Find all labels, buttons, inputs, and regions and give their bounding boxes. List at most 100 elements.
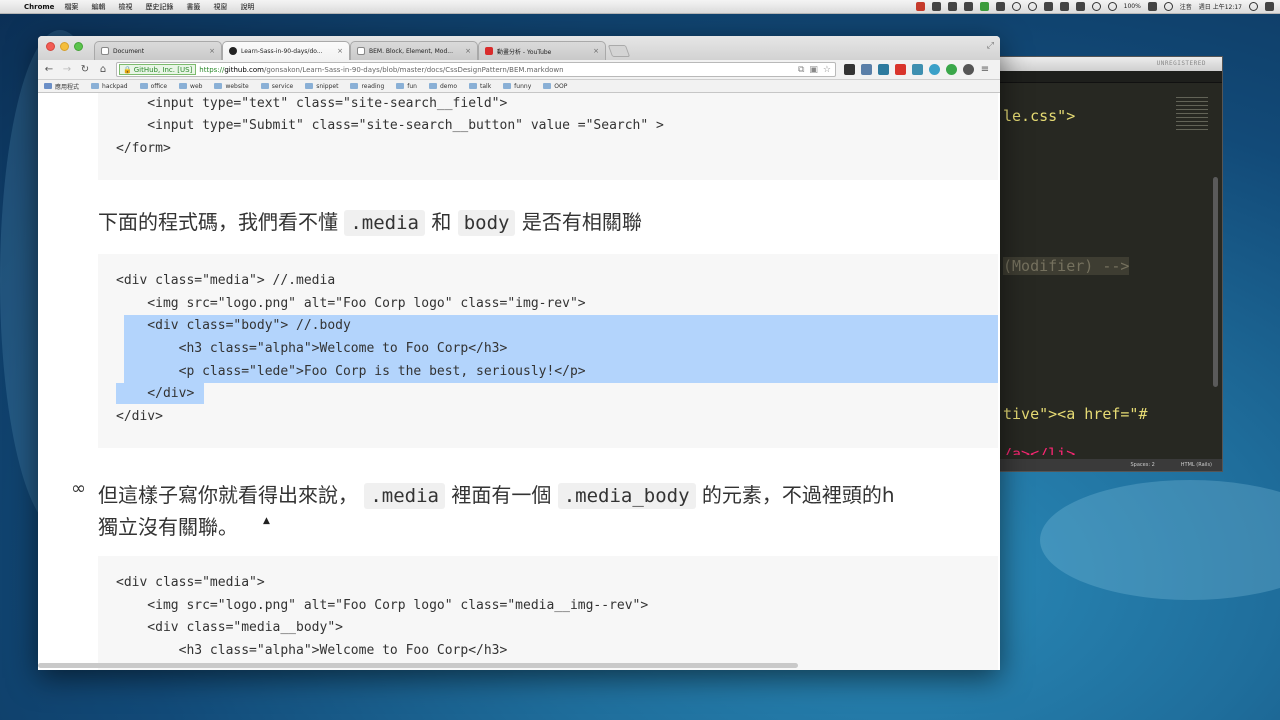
bookmark-website[interactable]: website xyxy=(214,83,249,90)
code-block[interactable]: <div class="media"> //.media <img src="l… xyxy=(98,254,998,448)
code-line: <img src="logo.png" alt="Foo Corp logo" … xyxy=(116,598,649,613)
bookmark-snippet[interactable]: snippet xyxy=(305,83,338,90)
close-tab-icon[interactable]: × xyxy=(593,47,599,55)
menu-window[interactable]: 視窗 xyxy=(213,2,227,12)
horizontal-scrollbar[interactable] xyxy=(38,663,798,668)
editor-title-bar: UNREGISTERED xyxy=(986,57,1222,71)
extension-7-icon[interactable] xyxy=(946,64,957,75)
extension-6-icon[interactable] xyxy=(929,64,940,75)
clock[interactable]: 週日 上午12:17 xyxy=(1199,2,1242,11)
keyboard-icon[interactable] xyxy=(1043,2,1053,11)
battery-icon[interactable] xyxy=(1147,2,1157,11)
close-tab-icon[interactable]: × xyxy=(465,47,471,55)
code-block[interactable]: <input type="text" class="site-search__f… xyxy=(98,93,998,180)
tab-title: BEM. Block, Element, Mod... xyxy=(369,47,453,55)
chrome-menu-icon[interactable]: ≡ xyxy=(980,64,990,75)
folder-icon xyxy=(305,83,314,89)
editor-scrollbar[interactable] xyxy=(1213,177,1218,387)
extension-8-icon[interactable] xyxy=(963,64,974,75)
code-line: <div class="media"> xyxy=(116,575,265,590)
bookmark-funny[interactable]: funny xyxy=(503,83,531,90)
menu-history[interactable]: 歷史記錄 xyxy=(145,2,173,12)
new-tab-button[interactable] xyxy=(607,45,631,57)
link-anchor-icon[interactable]: ∞ xyxy=(71,478,86,499)
inline-code: .media_body xyxy=(557,483,696,509)
menu-view[interactable]: 檢視 xyxy=(118,2,132,12)
bookmark-reading[interactable]: reading xyxy=(350,83,384,90)
bluetooth-icon[interactable] xyxy=(1091,2,1101,11)
extension-1-icon[interactable] xyxy=(844,64,855,75)
forward-button[interactable]: → xyxy=(62,64,72,75)
code-line: <input type="Submit" class="site-search_… xyxy=(116,118,664,133)
bookmark-hackpad[interactable]: hackpad xyxy=(91,83,128,90)
menu-edit[interactable]: 編輯 xyxy=(91,2,105,12)
back-button[interactable]: ← xyxy=(44,64,54,75)
mouse-cursor-icon: ▲ xyxy=(263,516,270,526)
menu-bar: Chrome 檔案 編輯 檢視 歷史記錄 書籤 視窗 說明 100% 注音 週日… xyxy=(0,0,1280,14)
mail-icon[interactable] xyxy=(995,2,1005,11)
brush-icon[interactable] xyxy=(1059,2,1069,11)
bookmark-service[interactable]: service xyxy=(260,83,293,90)
menu-help[interactable]: 說明 xyxy=(240,2,254,12)
menu-bookmarks[interactable]: 書籤 xyxy=(186,2,200,12)
extension-5-icon[interactable] xyxy=(912,64,923,75)
notification-center-icon[interactable] xyxy=(1265,2,1274,11)
camera-icon[interactable] xyxy=(963,2,973,11)
bookmark-demo[interactable]: demo xyxy=(428,83,457,90)
code-line: <input type="text" class="site-search__f… xyxy=(116,96,508,111)
tab-github[interactable]: Learn-Sass-in-90-days/do... × xyxy=(222,41,350,60)
bookmark-fun[interactable]: fun xyxy=(396,83,417,90)
translate-icon[interactable]: ⧉ xyxy=(798,65,804,75)
spotlight-icon[interactable] xyxy=(1249,2,1258,11)
bookmark-oop[interactable]: OOP xyxy=(543,83,567,90)
paragraph-line: 獨立沒有關聯。 xyxy=(98,515,238,539)
tab-title: Document xyxy=(113,47,145,55)
zoom-window-button[interactable] xyxy=(74,42,83,51)
star-icon[interactable]: ☆ xyxy=(823,65,831,75)
url-scheme: https:// xyxy=(199,65,225,74)
close-tab-icon[interactable]: × xyxy=(209,47,215,55)
extension-2-icon[interactable] xyxy=(861,64,872,75)
battery-percent[interactable]: 100% xyxy=(1124,3,1141,10)
evernote-icon[interactable] xyxy=(979,2,989,11)
editor-minimap[interactable] xyxy=(1176,97,1208,131)
fullscreen-icon[interactable]: ⤢ xyxy=(987,41,994,51)
omnibox-actions: ⧉ ▣ ☆ xyxy=(798,65,835,75)
status-tray: 100% 注音 週日 上午12:17 xyxy=(915,2,1274,11)
app-menu[interactable]: Chrome xyxy=(24,3,54,11)
indent-status[interactable]: Spaces: 2 xyxy=(1130,462,1154,471)
bookmark-web[interactable]: web xyxy=(179,83,202,90)
flame-icon[interactable] xyxy=(915,2,925,11)
menu-file[interactable]: 檔案 xyxy=(64,2,78,12)
close-window-button[interactable] xyxy=(46,42,55,51)
tab-youtube[interactable]: 動畫分析 - YouTube × xyxy=(478,41,606,60)
address-bar[interactable]: 🔒 GitHub, Inc. [US] https://github.com/g… xyxy=(116,62,836,77)
minimize-window-button[interactable] xyxy=(60,42,69,51)
shield-icon[interactable] xyxy=(1075,2,1085,11)
wifi-icon[interactable] xyxy=(1163,2,1173,11)
code-block[interactable]: <div class="media"> <img src="logo.png" … xyxy=(98,556,998,670)
extension-4-icon[interactable] xyxy=(895,64,906,75)
text-editor-window[interactable]: UNREGISTERED le.css"> (Modifier) --> tiv… xyxy=(985,56,1223,472)
tab-title: Learn-Sass-in-90-days/do... xyxy=(241,47,323,55)
extension-3-icon[interactable] xyxy=(878,64,889,75)
cloud-icon[interactable] xyxy=(947,2,957,11)
volume-icon[interactable] xyxy=(1107,2,1117,11)
bookmark-talk[interactable]: talk xyxy=(469,83,491,90)
ev-certificate-badge[interactable]: 🔒 GitHub, Inc. [US] xyxy=(119,64,197,75)
home-button[interactable]: ⌂ xyxy=(98,64,108,75)
syntax-status[interactable]: HTML (Rails) xyxy=(1181,462,1212,471)
tab-document[interactable]: Document × xyxy=(94,41,222,60)
tab-bem[interactable]: BEM. Block, Element, Mod... × xyxy=(350,41,478,60)
input-method[interactable]: 注音 xyxy=(1180,2,1192,11)
paragraph: 但這樣子寫你就看得出來說， .media 裡面有一個 .media_body 的… xyxy=(98,483,895,509)
sync-icon[interactable] xyxy=(1027,2,1037,11)
clock-icon[interactable] xyxy=(1011,2,1021,11)
page-content[interactable]: <input type="text" class="site-search__f… xyxy=(38,93,1000,670)
close-tab-icon[interactable]: × xyxy=(337,47,343,55)
dropbox-icon[interactable] xyxy=(931,2,941,11)
reload-button[interactable]: ↻ xyxy=(80,64,90,75)
bookmark-apps[interactable]: 應用程式 xyxy=(44,82,79,91)
bookmark-office[interactable]: office xyxy=(139,83,167,90)
page-action-icon[interactable]: ▣ xyxy=(809,65,818,75)
